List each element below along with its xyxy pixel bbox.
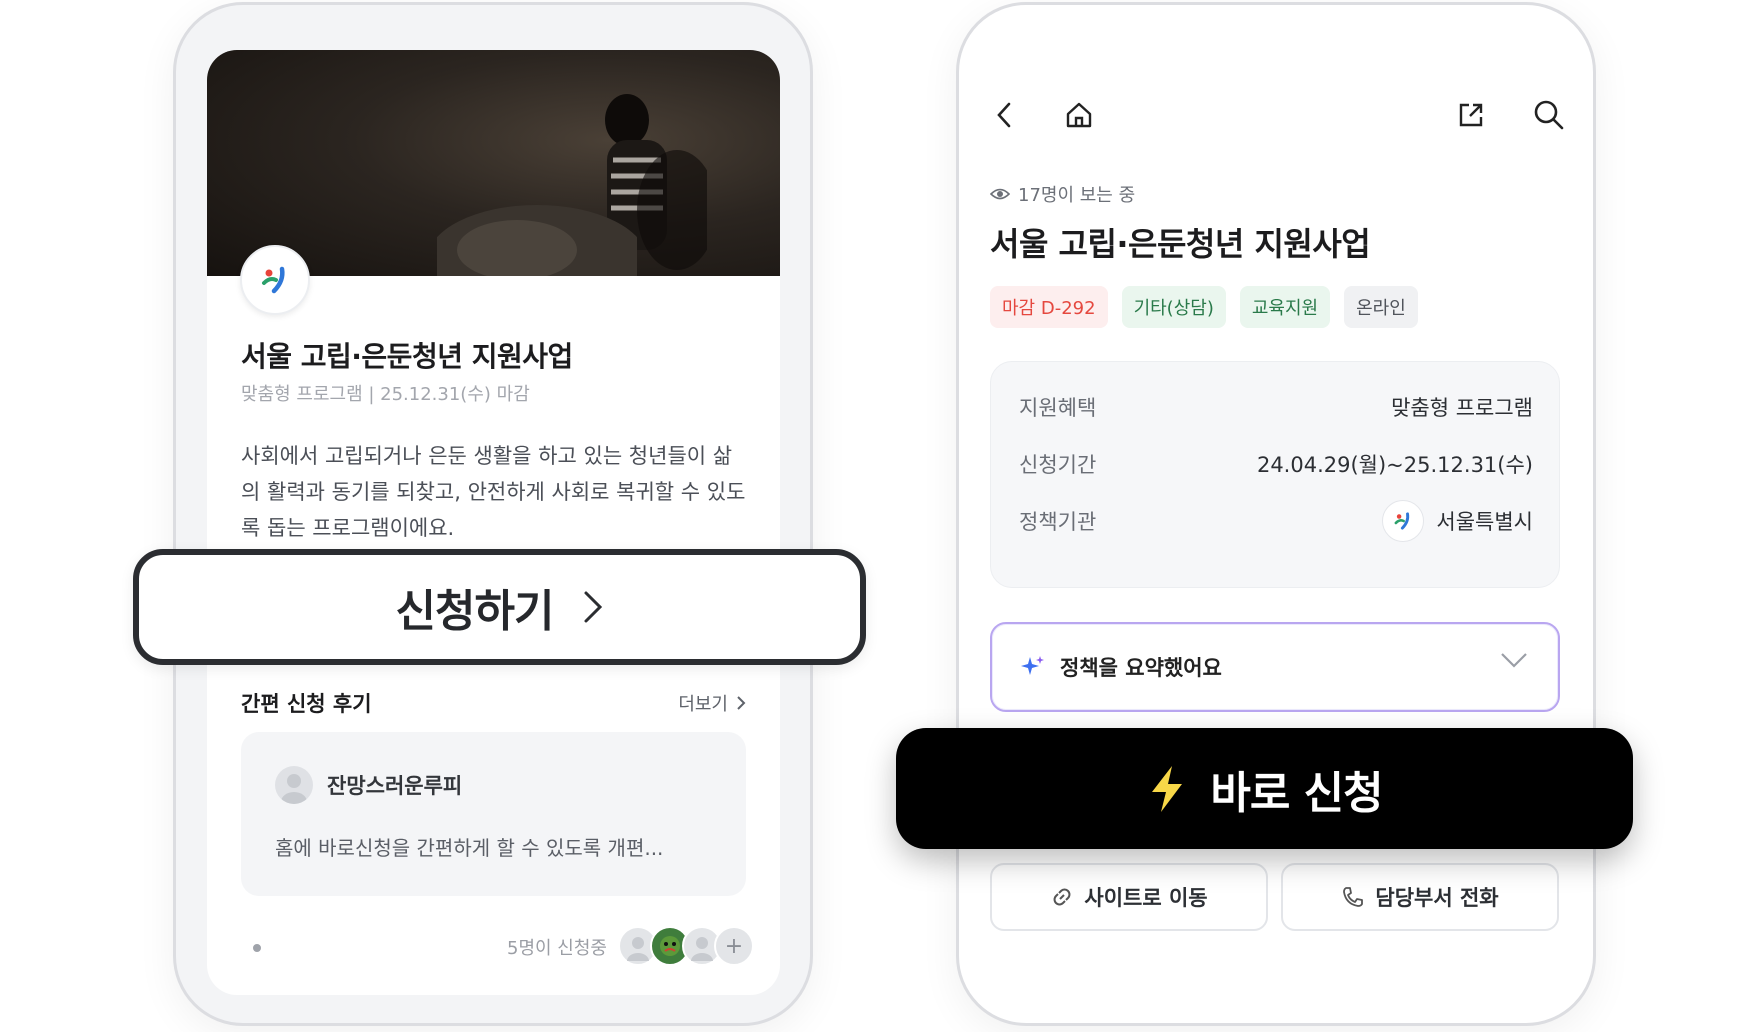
user-icon (691, 937, 713, 961)
chevron-right-icon (737, 696, 746, 710)
viewer-text: 17명이 보는 중 (1018, 185, 1136, 206)
blanket-shape (437, 205, 637, 276)
link-icon (1053, 888, 1071, 906)
viewer-count: 17명이 보는 중 (990, 181, 1135, 207)
seoul-logo (240, 245, 310, 315)
pager-dot (253, 944, 261, 952)
policy-card[interactable]: 서울 고립·은둔청년 지원사업 맞춤형 프로그램 | 25.12.31(수) 마… (207, 50, 780, 995)
info-key: 신청기간 (1019, 453, 1097, 477)
deadline-badge: 마감 D-292 (990, 286, 1108, 328)
user-icon (281, 774, 307, 804)
seoul-logo (1382, 500, 1425, 542)
applicants-row: 5명이 신청중 + (207, 926, 780, 970)
direct-apply-label: 바로 신청 (1210, 767, 1383, 819)
home-button[interactable] (1059, 95, 1099, 135)
seoul-logo-icon (262, 266, 285, 294)
call-button-label: 담당부서 전화 (1375, 886, 1499, 910)
applicant-avatars: + (618, 926, 754, 966)
reviewer-name: 잔망스러운루피 (327, 774, 463, 798)
info-row-benefit: 지원혜택 맞춤형 프로그램 (1019, 392, 1533, 422)
search-icon (1534, 100, 1564, 130)
card-subtitle: 맞춤형 프로그램 | 25.12.31(수) 마감 (241, 384, 530, 405)
more-label: 더보기 (678, 694, 728, 715)
right-phone-frame: 17명이 보는 중 서울 고립·은둔청년 지원사업 마감 D-292 기타(상담… (956, 2, 1596, 1026)
seoul-logo-icon (1394, 512, 1410, 530)
phone-icon (1343, 887, 1364, 907)
review-header: 간편 신청 후기 더보기 (241, 688, 746, 718)
character-icon (660, 936, 680, 956)
info-value: 맞춤형 프로그램 (1391, 396, 1533, 420)
chevron-down-icon (1501, 653, 1527, 668)
back-icon (997, 102, 1011, 128)
info-key: 지원혜택 (1019, 396, 1097, 420)
summary-accordion[interactable]: 정책을 요약했어요 (990, 622, 1560, 712)
lightning-icon (1152, 765, 1183, 812)
more-link[interactable]: 더보기 (678, 690, 746, 716)
reviewer: 잔망스러운루피 (275, 766, 462, 804)
more-avatars: + (714, 926, 754, 966)
site-button[interactable]: 사이트로 이동 (990, 863, 1268, 931)
applicant-count: 5명이 신청중 (507, 938, 607, 959)
info-row-period: 신청기간 24.04.29(월)~25.12.31(수) (1019, 449, 1533, 479)
tag-list: 마감 D-292 기타(상담) 교육지원 온라인 (990, 286, 1418, 328)
tag-category: 교육지원 (1239, 286, 1331, 328)
search-button[interactable] (1529, 95, 1569, 135)
apply-label: 신청하기 (395, 586, 555, 637)
hero-image (207, 50, 780, 276)
card-description: 사회에서 고립되거나 은둔 생활을 하고 있는 청년들이 삶의 활력과 동기를 … (241, 444, 746, 540)
tag-channel: 온라인 (1344, 286, 1418, 328)
page-title: 서울 고립·은둔청년 지원사업 (990, 225, 1371, 263)
sparkle-icon (1021, 656, 1044, 675)
site-button-label: 사이트로 이동 (1084, 886, 1208, 910)
share-button[interactable] (1451, 95, 1491, 135)
review-card[interactable]: 잔망스러운루피 홈에 바로신청을 간편하게 할 수 있도록 개편... (241, 732, 746, 896)
info-row-agency: 정책기관 서울특별시 (1019, 500, 1533, 542)
info-box: 지원혜택 맞춤형 프로그램 신청기간 24.04.29(월)~25.12.31(… (990, 361, 1560, 588)
card-title: 서울 고립·은둔청년 지원사업 (241, 340, 573, 373)
chevron-right-icon (584, 591, 603, 623)
apply-button[interactable]: 신청하기 (133, 549, 866, 665)
home-icon (1066, 102, 1092, 128)
direct-apply-button[interactable]: 바로 신청 (896, 728, 1633, 849)
review-text: 홈에 바로신청을 간편하게 할 수 있도록 개편... (275, 836, 664, 860)
review-title: 간편 신청 후기 (241, 692, 372, 716)
info-value: 24.04.29(월)~25.12.31(수) (1256, 453, 1533, 477)
user-icon (627, 937, 649, 961)
info-value-agency: 서울특별시 (1382, 500, 1533, 542)
call-button[interactable]: 담당부서 전화 (1281, 863, 1559, 931)
agency-name: 서울특별시 (1436, 510, 1533, 534)
left-phone-frame: 서울 고립·은둔청년 지원사업 맞춤형 프로그램 | 25.12.31(수) 마… (173, 2, 813, 1026)
back-button[interactable] (984, 95, 1024, 135)
info-key: 정책기관 (1019, 510, 1097, 534)
summary-label: 정책을 요약했어요 (1060, 656, 1222, 680)
tag-category: 기타(상담) (1121, 286, 1226, 328)
eye-icon (990, 188, 1010, 200)
share-icon (1459, 103, 1483, 127)
avatar (275, 766, 313, 804)
